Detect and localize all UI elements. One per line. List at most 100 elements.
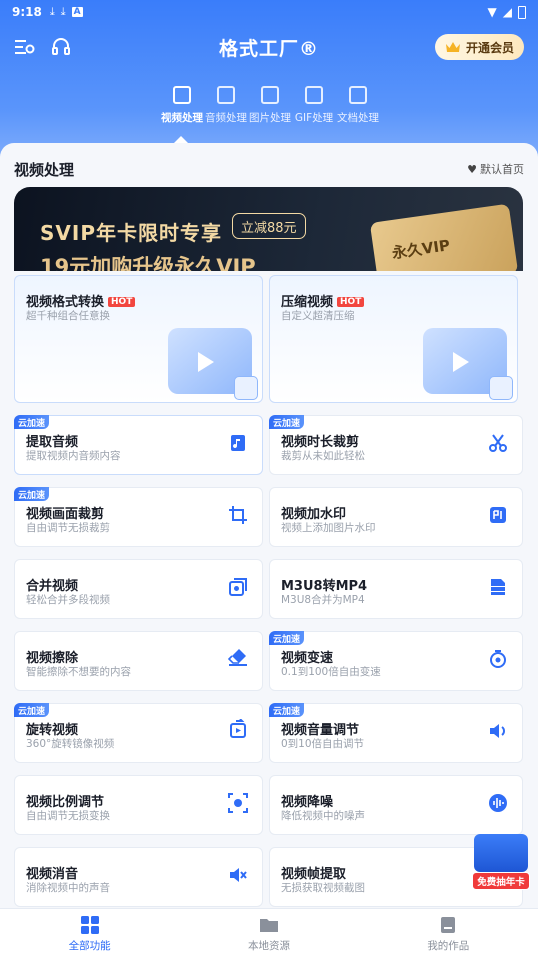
hot-badge: HOT <box>337 297 365 307</box>
crop-icon <box>229 506 247 524</box>
trim-card[interactable]: 云加速 视频时长裁剪 裁剪从未如此轻松 <box>269 415 523 475</box>
download-icon: ⤓ <box>49 5 55 18</box>
document-icon <box>349 86 367 104</box>
compress-icon <box>423 328 513 400</box>
category-tabs: 视频处理 音频处理 图片处理 GIF处理 文档处理 <box>160 86 380 125</box>
tab-gif[interactable]: GIF处理 <box>292 86 336 125</box>
card-subtitle: 视频上添加图片水印 <box>281 522 376 534</box>
ratio-card[interactable]: 视频比例调节 自由调节无损变换 <box>14 775 263 835</box>
cloud-badge: 云加速 <box>14 703 50 717</box>
folder-icon <box>259 918 278 932</box>
card-subtitle: 0.1到100倍自由变速 <box>281 666 381 678</box>
m3u8-file-icon <box>490 579 506 595</box>
mute-card[interactable]: 视频消音 消除视频中的声音 <box>14 847 263 907</box>
cloud-badge: 云加速 <box>269 631 305 645</box>
noise-wave-icon <box>489 794 507 812</box>
cloud-badge: 云加速 <box>269 415 305 429</box>
speed-card[interactable]: 云加速 视频变速 0.1到100倍自由变速 <box>269 631 523 691</box>
volume-icon <box>490 724 505 738</box>
bottom-nav-label: 全部功能 <box>68 939 111 952</box>
tab-audio[interactable]: 音频处理 <box>204 86 248 125</box>
bottom-nav-label: 我的作品 <box>427 939 470 952</box>
free-annual-card-promo[interactable]: 免费抽年卡 <box>472 834 530 892</box>
works-box-icon <box>441 916 456 933</box>
image-icon <box>261 86 279 104</box>
erase-card[interactable]: 视频擦除 智能擦除不想要的内容 <box>14 631 263 691</box>
tab-video[interactable]: 视频处理 <box>160 86 204 125</box>
bottom-nav-label: 本地资源 <box>247 939 290 952</box>
video-icon <box>173 86 191 104</box>
card-subtitle: 自由调节无损裁剪 <box>26 522 110 534</box>
scissors-icon <box>489 434 507 452</box>
bottom-nav-all-features[interactable]: 全部功能 <box>0 909 179 958</box>
merge-card[interactable]: 合并视频 轻松合并多段视频 <box>14 559 263 619</box>
eraser-icon <box>228 649 247 666</box>
vip-label: 开通会员 <box>465 40 514 55</box>
card-subtitle: 自定义超清压缩 <box>281 310 355 322</box>
video-convert-card[interactable]: 视频格式转换 HOT 超千种组合任意换 <box>14 275 263 403</box>
tab-indicator <box>174 136 188 143</box>
crown-icon <box>445 42 460 52</box>
audio-icon <box>217 86 235 104</box>
tab-label: GIF处理 <box>294 112 334 124</box>
card-subtitle: 超千种组合任意换 <box>26 310 110 322</box>
default-home-button[interactable]: ♥ 默认首页 <box>467 161 524 177</box>
compress-card[interactable]: 压缩视频 HOT 自定义超清压缩 <box>269 275 518 403</box>
extract-audio-card[interactable]: 云加速 提取音频 提取视频内音频内容 <box>14 415 263 475</box>
top-nav: 格式工厂® 开通会员 <box>0 30 538 64</box>
vip-card-text: 永久VIP <box>390 236 452 263</box>
grid-icon <box>80 915 99 934</box>
tab-label: 视频处理 <box>161 112 203 124</box>
cloud-badge: 云加速 <box>14 487 50 501</box>
card-subtitle: 提取视频内音频内容 <box>26 450 121 462</box>
rotate-card[interactable]: 云加速 旋转视频 360°旋转镜像视频 <box>14 703 263 763</box>
banner-badge: 立减88元 <box>232 213 306 239</box>
stopwatch-icon <box>490 650 506 668</box>
promo-banner[interactable]: SVIP年卡限时专享 立减88元 19元加购升级永久VIP 永久VIP <box>14 187 523 271</box>
card-subtitle: 自由调节无损变换 <box>26 810 110 822</box>
card-subtitle: 0到10倍自由调节 <box>281 738 365 750</box>
card-subtitle: 降低视频中的噪声 <box>281 810 365 822</box>
denoise-card[interactable]: 视频降噪 降低视频中的噪声 <box>269 775 523 835</box>
mute-icon <box>230 868 247 882</box>
watermark-card[interactable]: 视频加水印 视频上添加图片水印 <box>269 487 523 547</box>
promo-label: 免费抽年卡 <box>472 872 530 890</box>
section-title: 视频处理 <box>14 161 75 179</box>
watermark-icon <box>490 507 506 523</box>
download-icon: ⤓ <box>60 5 66 18</box>
tab-document[interactable]: 文档处理 <box>336 86 380 125</box>
status-time: 9:18 <box>12 5 42 19</box>
bottom-nav-my-works[interactable]: 我的作品 <box>359 909 538 958</box>
clapperboard-icon <box>168 328 258 400</box>
wifi-icon: ▼ <box>487 5 497 19</box>
m3u8-card[interactable]: M3U8转MP4 M3U8合并为MP4 <box>269 559 523 619</box>
banner-title: SVIP年卡限时专享 <box>40 221 222 245</box>
default-home-label: 默认首页 <box>480 163 524 176</box>
tab-image[interactable]: 图片处理 <box>248 86 292 125</box>
card-subtitle: 无损获取视频截图 <box>281 882 365 894</box>
volume-card[interactable]: 云加速 视频音量调节 0到10倍自由调节 <box>269 703 523 763</box>
cloud-badge: 云加速 <box>269 703 305 717</box>
cloud-badge: 云加速 <box>14 415 50 429</box>
gif-icon <box>305 86 323 104</box>
card-subtitle: M3U8合并为MP4 <box>281 594 365 606</box>
card-subtitle: 轻松合并多段视频 <box>26 594 110 606</box>
vip-card-illustration: 永久VIP <box>369 203 519 271</box>
card-subtitle: 智能擦除不想要的内容 <box>26 666 131 678</box>
music-file-icon <box>231 435 245 451</box>
signal-icon: ◢ <box>502 5 512 19</box>
promo-illustration <box>474 834 528 872</box>
card-subtitle: 360°旋转镜像视频 <box>26 738 115 750</box>
merge-icon <box>229 578 247 596</box>
card-subtitle: 裁剪从未如此轻松 <box>281 450 365 462</box>
crop-card[interactable]: 云加速 视频画面裁剪 自由调节无损裁剪 <box>14 487 263 547</box>
bottom-nav-local-resources[interactable]: 本地资源 <box>179 909 358 958</box>
tab-label: 音频处理 <box>205 112 247 124</box>
tab-label: 文档处理 <box>337 112 379 124</box>
status-bar: 9:18 ⤓ ⤓ A ▼ ◢ <box>0 0 538 24</box>
hot-badge: HOT <box>108 297 136 307</box>
bottom-nav: 全部功能 本地资源 我的作品 <box>0 908 538 958</box>
a-icon: A <box>71 7 83 17</box>
vip-button[interactable]: 开通会员 <box>434 34 524 60</box>
battery-icon <box>518 5 526 19</box>
